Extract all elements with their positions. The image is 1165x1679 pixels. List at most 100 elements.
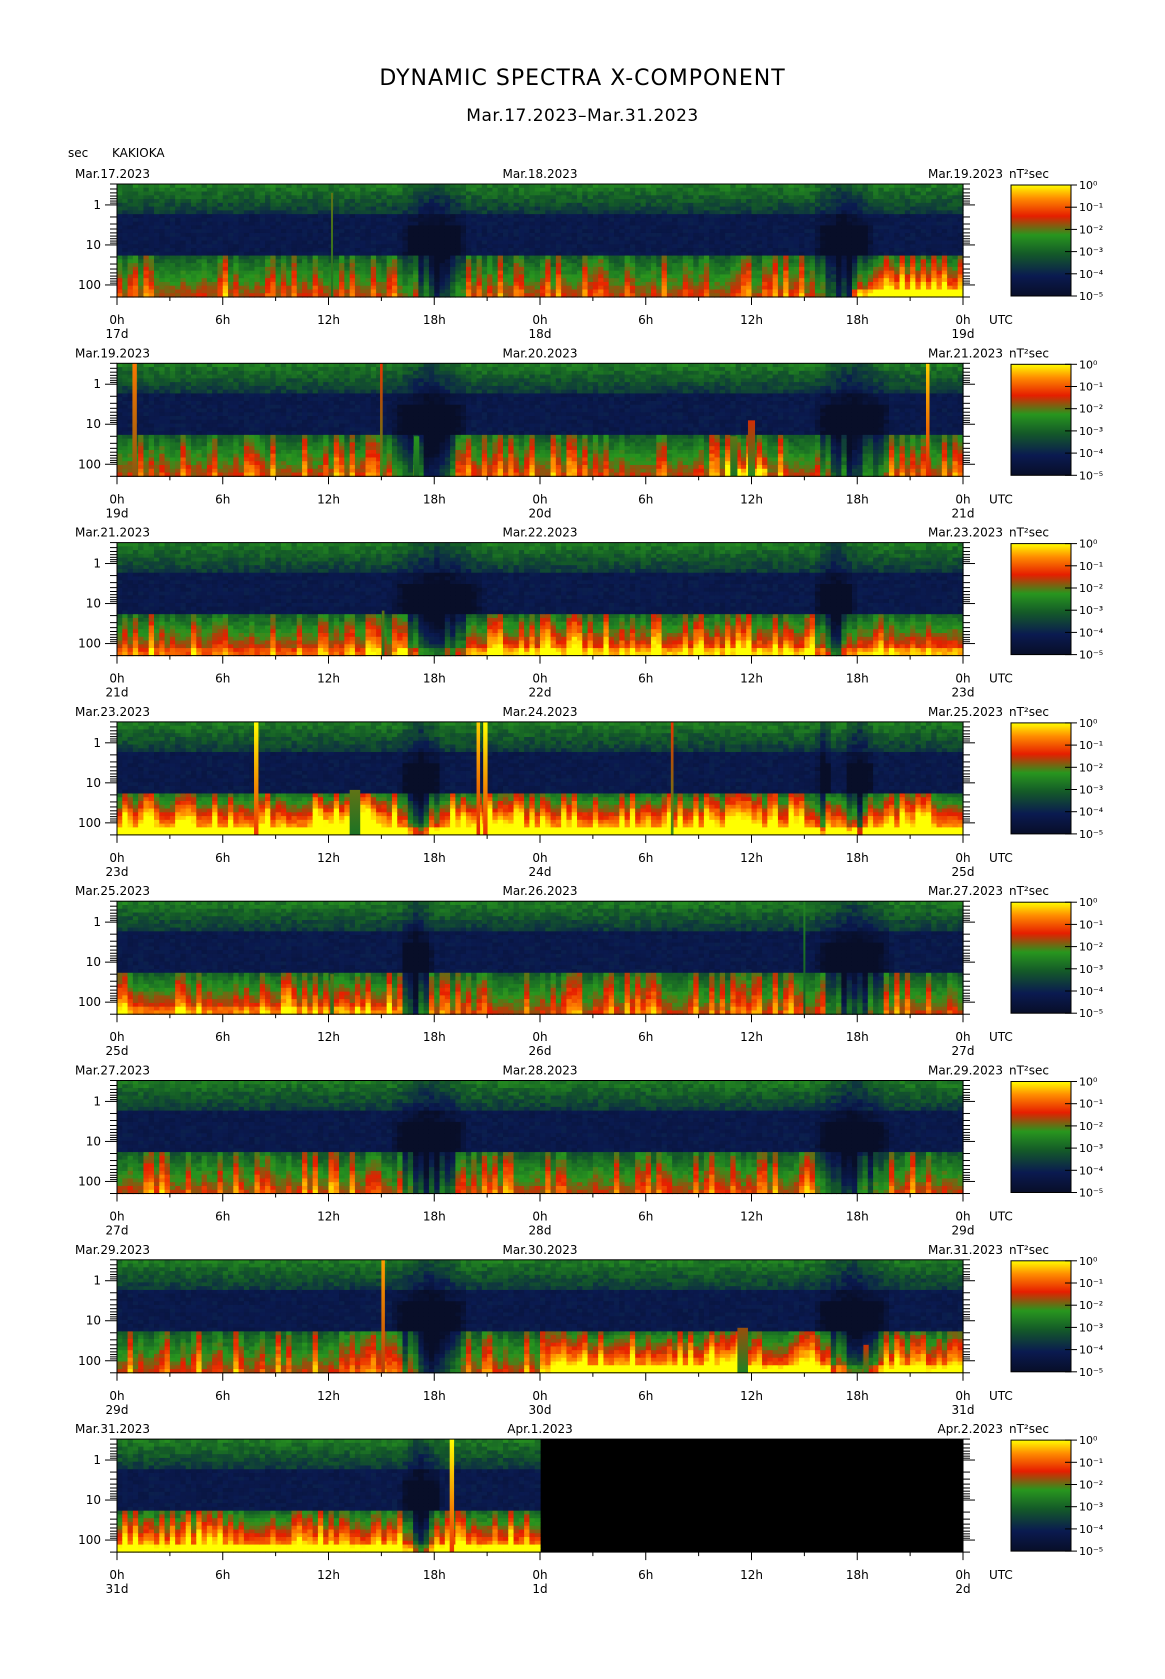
colorbar-tick-label: 10⁻² [1079, 1299, 1103, 1312]
colorbar-tick-label: 10⁻³ [1079, 604, 1103, 617]
date-mid-label: Mar.22.2023 [503, 526, 578, 540]
x-tick-label: 18h [846, 1210, 869, 1224]
date-start-label: Mar.23.2023 [75, 705, 150, 719]
colorbar-unit: nT²sec [1009, 346, 1049, 360]
x-tick-label: 12h [317, 1568, 340, 1582]
colorbar-tick-label: 10⁻⁵ [1079, 828, 1103, 841]
day-label: 25d [952, 865, 975, 879]
x-tick-label: 12h [317, 851, 340, 865]
y-tick-label: 1 [93, 736, 101, 750]
date-end-label: Mar.25.2023 [928, 705, 1003, 719]
day-label: 24d [529, 865, 552, 879]
y-tick-label: 1 [93, 1094, 101, 1108]
colorbar-tick-label: 10⁻² [1079, 582, 1103, 595]
date-end-label: Mar.23.2023 [928, 526, 1003, 540]
colorbar-unit: nT²sec [1009, 1422, 1049, 1436]
day-label: 19d [952, 327, 975, 341]
colorbar-tick-label: 10⁻³ [1079, 1501, 1103, 1514]
colorbar [1011, 1082, 1071, 1193]
y-tick-label: 100 [78, 278, 101, 292]
x-tick-label: 18h [423, 313, 446, 327]
x-tick-label: 6h [638, 1210, 653, 1224]
x-tick-label: 12h [317, 492, 340, 506]
colorbar-tick-label: 10⁰ [1079, 717, 1098, 730]
day-label: 23d [952, 686, 975, 700]
x-tick-label: 0h [955, 1389, 970, 1403]
spike-mark [132, 363, 136, 476]
x-tick-label: 12h [740, 1568, 763, 1582]
colorbar-tick-label: 10⁰ [1079, 1434, 1098, 1447]
x-tick-label: 18h [846, 1030, 869, 1044]
day-label: 19d [106, 506, 129, 520]
colorbar-tick-label: 10⁰ [1079, 1076, 1098, 1089]
colorbar-tick-label: 10⁻¹ [1079, 560, 1103, 573]
colorbar [1011, 544, 1071, 655]
x-tick-label: 12h [317, 1389, 340, 1403]
x-tick-label: 12h [740, 851, 763, 865]
panel-2: 1101000h 6h 12h 18h 0h 6h 12h 18h 0h UTC19d 20d 21d… [75, 346, 1104, 520]
y-tick-label: 10 [86, 238, 101, 252]
x-tick-label: 0h [955, 851, 970, 865]
day-label: 27d [952, 1044, 975, 1058]
day-label: 26d [529, 1044, 552, 1058]
colorbar-tick-label: 10⁻¹ [1079, 1098, 1103, 1111]
y-tick-label: 100 [78, 1533, 101, 1547]
spike-mark [331, 193, 333, 297]
utc-label: UTC [989, 1210, 1013, 1224]
x-tick-label: 6h [638, 313, 653, 327]
colorbar-tick-label: 10⁻³ [1079, 1321, 1103, 1334]
x-tick-label: 12h [740, 1030, 763, 1044]
x-tick-label: 0h [532, 1568, 547, 1582]
x-tick-label: 12h [740, 672, 763, 686]
utc-label: UTC [989, 492, 1013, 506]
x-tick-label: 18h [846, 1389, 869, 1403]
date-start-label: Mar.21.2023 [75, 526, 150, 540]
colorbar-unit: nT²sec [1009, 1243, 1049, 1257]
y-tick-label: 100 [78, 995, 101, 1009]
x-tick-label: 6h [638, 1568, 653, 1582]
y-tick-label: 100 [78, 816, 101, 830]
date-mid-label: Mar.20.2023 [503, 346, 578, 360]
day-label: 17d [106, 327, 129, 341]
y-tick-label: 100 [78, 1174, 101, 1188]
colorbar-tick-label: 10⁻⁵ [1079, 469, 1103, 482]
day-label: 23d [106, 865, 129, 879]
y-tick-label: 10 [86, 1314, 101, 1328]
x-tick-label: 0h [109, 492, 124, 506]
spike-mark [330, 974, 334, 1014]
spike-mark [381, 1260, 385, 1373]
spike-mark [380, 363, 383, 476]
day-label: 29d [952, 1224, 975, 1238]
colorbar-tick-label: 10⁻¹ [1079, 739, 1103, 752]
colorbar-tick-label: 10⁻³ [1079, 963, 1103, 976]
panel-8: 1101000h 6h 12h 18h 0h 6h 12h 18h 0h UTC31d 1d 2dMa… [75, 1422, 1104, 1596]
x-tick-label: 18h [846, 851, 869, 865]
day-label: 27d [106, 1224, 129, 1238]
x-tick-label: 6h [215, 492, 230, 506]
colorbar-tick-label: 10⁻³ [1079, 1142, 1103, 1155]
day-label: 21d [952, 506, 975, 520]
y-tick-label: 100 [78, 637, 101, 651]
colorbar-tick-label: 10⁻¹ [1079, 1456, 1103, 1469]
spectra-figure: sec KAKIOKA 1101000h 6h 12h 18h 0h 6h 12h 18h 0h… [0, 0, 1165, 1679]
colorbar-tick-label: 10⁻¹ [1079, 381, 1103, 394]
day-label: 31d [952, 1403, 975, 1417]
x-tick-label: 0h [109, 1389, 124, 1403]
x-tick-label: 0h [109, 672, 124, 686]
day-label: 28d [529, 1224, 552, 1238]
colorbar-tick-label: 10⁰ [1079, 896, 1098, 909]
colorbar-tick-label: 10⁰ [1079, 179, 1098, 192]
heatmap-cells [117, 1081, 964, 1195]
colorbar-tick-label: 10⁰ [1079, 358, 1098, 371]
colorbar-tick-label: 10⁻⁵ [1079, 1187, 1103, 1200]
x-tick-label: 0h [532, 1389, 547, 1403]
x-tick-label: 0h [955, 672, 970, 686]
x-tick-label: 0h [109, 1210, 124, 1224]
colorbar-tick-label: 10⁻² [1079, 403, 1103, 416]
date-start-label: Mar.19.2023 [75, 346, 150, 360]
x-tick-label: 18h [423, 1568, 446, 1582]
y-tick-label: 10 [86, 417, 101, 431]
colorbar-tick-label: 10⁻³ [1079, 246, 1103, 259]
x-tick-label: 0h [109, 313, 124, 327]
x-tick-label: 18h [423, 672, 446, 686]
